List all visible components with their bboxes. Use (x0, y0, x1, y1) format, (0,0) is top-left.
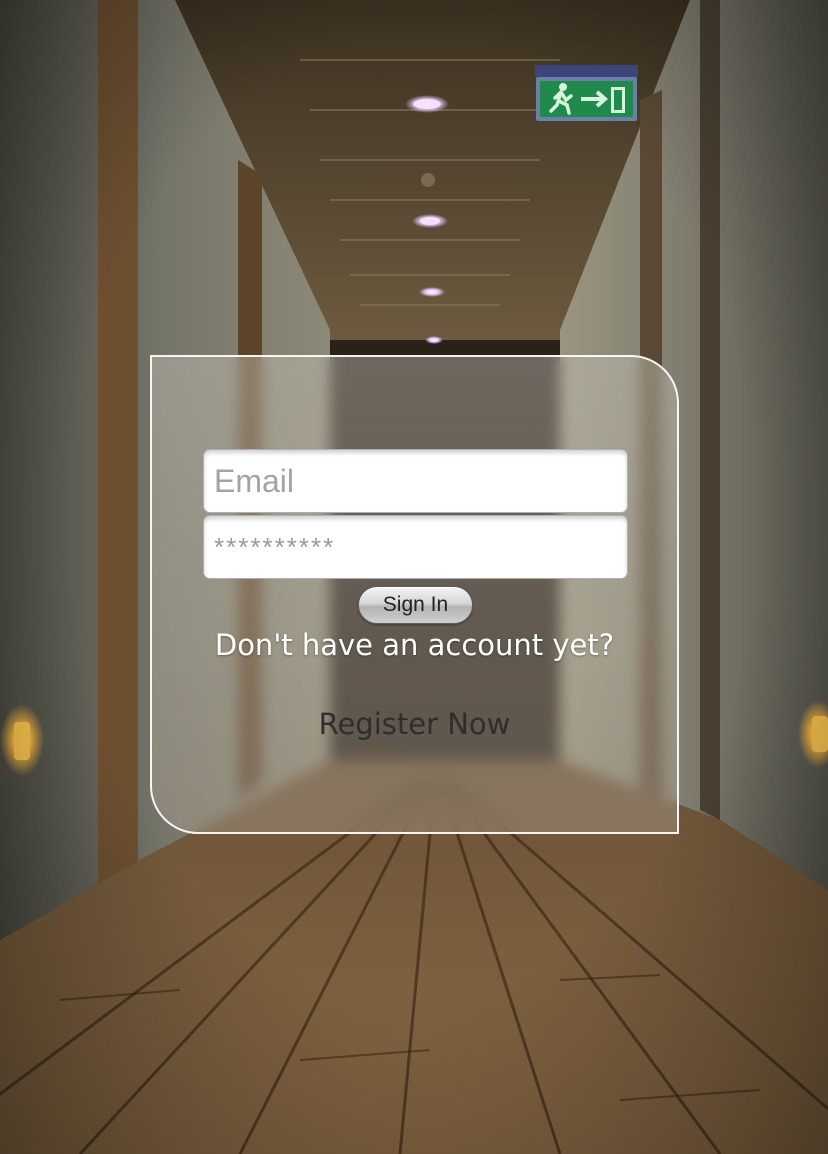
sign-in-button[interactable]: Sign In (358, 586, 473, 624)
no-account-prompt: Don't have an account yet? (214, 628, 615, 662)
register-now-link[interactable]: Register Now (152, 707, 677, 741)
emergency-exit-sign-icon (535, 65, 638, 121)
password-input[interactable] (203, 515, 628, 579)
login-card: Sign In Don't have an account yet? Regis… (150, 355, 679, 834)
email-input[interactable] (203, 449, 628, 513)
